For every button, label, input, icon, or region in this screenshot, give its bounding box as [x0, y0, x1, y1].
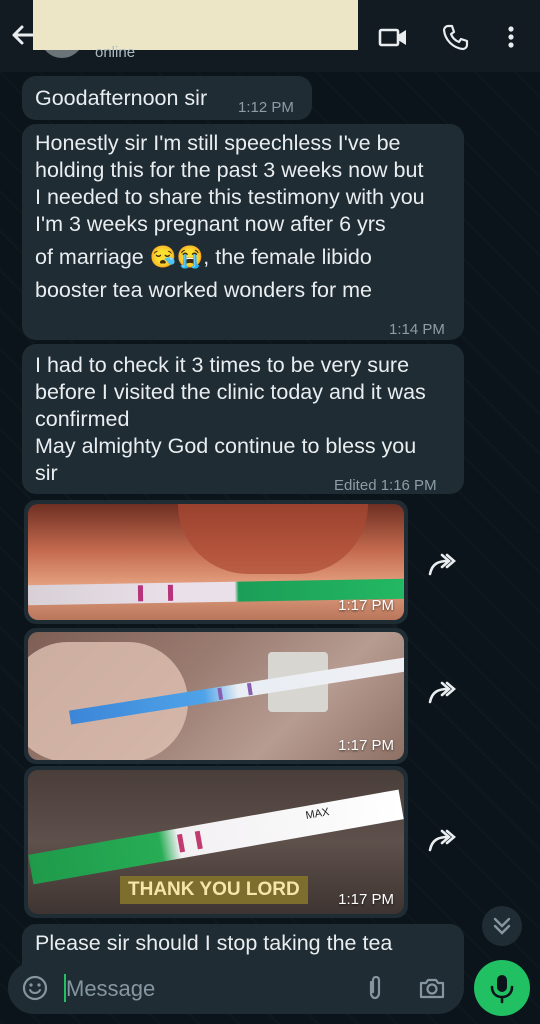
- result-line: [177, 833, 186, 853]
- message-segment: of marriage: [35, 245, 144, 269]
- message-line: holding this for the past 3 weeks now bu…: [35, 158, 424, 182]
- test-strip: MAX: [28, 789, 404, 885]
- message-bubble[interactable]: I had to check it 3 times to be very sur…: [22, 344, 464, 494]
- attach-icon[interactable]: [362, 974, 388, 1002]
- contact-status: online: [95, 44, 136, 61]
- redacted-contact-name: [33, 0, 358, 50]
- message-line: before I visited the clinic today and it…: [35, 380, 426, 404]
- test-strip-label: MAX: [304, 806, 331, 823]
- message-line: booster tea worked wonders for me: [35, 278, 372, 302]
- message-time: 1:17 PM: [338, 737, 394, 754]
- photo-message[interactable]: 1:17 PM: [24, 628, 408, 764]
- message-text: Goodafternoon sir: [35, 86, 208, 110]
- photo-message[interactable]: 1:17 PM: [24, 500, 408, 624]
- pregnancy-test-photo[interactable]: 1:17 PM: [28, 504, 404, 620]
- message-time: 1:17 PM: [338, 597, 394, 614]
- message-line: confirmed: [35, 407, 130, 431]
- pregnancy-test-photo[interactable]: MAX THANK YOU LORD 1:17 PM: [28, 770, 404, 914]
- message-time: 1:17 PM: [338, 891, 394, 908]
- finger-shape: [178, 504, 368, 574]
- message-segment: , the female libido: [203, 245, 372, 269]
- pregnancy-test-photo[interactable]: 1:17 PM: [28, 632, 404, 760]
- forward-icon[interactable]: [420, 672, 464, 716]
- result-line: [167, 584, 174, 601]
- message-text: I had to check it 3 times to be very sur…: [35, 352, 460, 487]
- forward-icon[interactable]: [420, 544, 464, 588]
- emoji: 😪😭: [149, 245, 204, 269]
- message-composer: [8, 962, 464, 1014]
- message-bubble[interactable]: Goodafternoon sir 1:12 PM: [22, 76, 312, 120]
- message-line: I'm 3 weeks pregnant now after 6 yrs: [35, 212, 386, 236]
- sticker-text: THANK YOU LORD: [120, 876, 308, 904]
- voice-call-icon[interactable]: [440, 22, 470, 52]
- message-input[interactable]: [64, 972, 328, 1006]
- result-line: [137, 585, 144, 602]
- microphone-icon: [490, 975, 514, 1004]
- voice-message-button[interactable]: [474, 960, 530, 1016]
- result-line: [217, 687, 224, 701]
- message-line: May almighty God continue to bless you: [35, 434, 417, 458]
- message-time: 1:12 PM: [238, 99, 294, 116]
- message-time: Edited 1:16 PM: [334, 477, 437, 494]
- message-text: Honestly sir I'm still speechless I've b…: [35, 130, 460, 304]
- scroll-to-bottom-button[interactable]: [482, 906, 522, 946]
- message-bubble[interactable]: Honestly sir I'm still speechless I've b…: [22, 124, 464, 340]
- camera-icon[interactable]: [418, 974, 446, 1002]
- message-line: I needed to share this testimony with yo…: [35, 185, 425, 209]
- video-call-icon[interactable]: [378, 22, 408, 52]
- message-time: 1:14 PM: [389, 321, 445, 338]
- result-line: [194, 830, 203, 850]
- result-line: [246, 682, 253, 696]
- message-line: Honestly sir I'm still speechless I've b…: [35, 131, 401, 155]
- emoji-icon[interactable]: [22, 975, 48, 1001]
- chat-header: online: [0, 0, 540, 72]
- message-line: I had to check it 3 times to be very sur…: [35, 353, 410, 377]
- message-line: of marriage 😪😭, the female libido: [35, 244, 460, 271]
- message-text: Please sir should I stop taking the tea: [35, 931, 393, 955]
- forward-icon[interactable]: [420, 820, 464, 864]
- double-chevron-down-icon: [493, 917, 511, 935]
- photo-message[interactable]: MAX THANK YOU LORD 1:17 PM: [24, 766, 408, 918]
- more-options-icon[interactable]: [496, 22, 526, 52]
